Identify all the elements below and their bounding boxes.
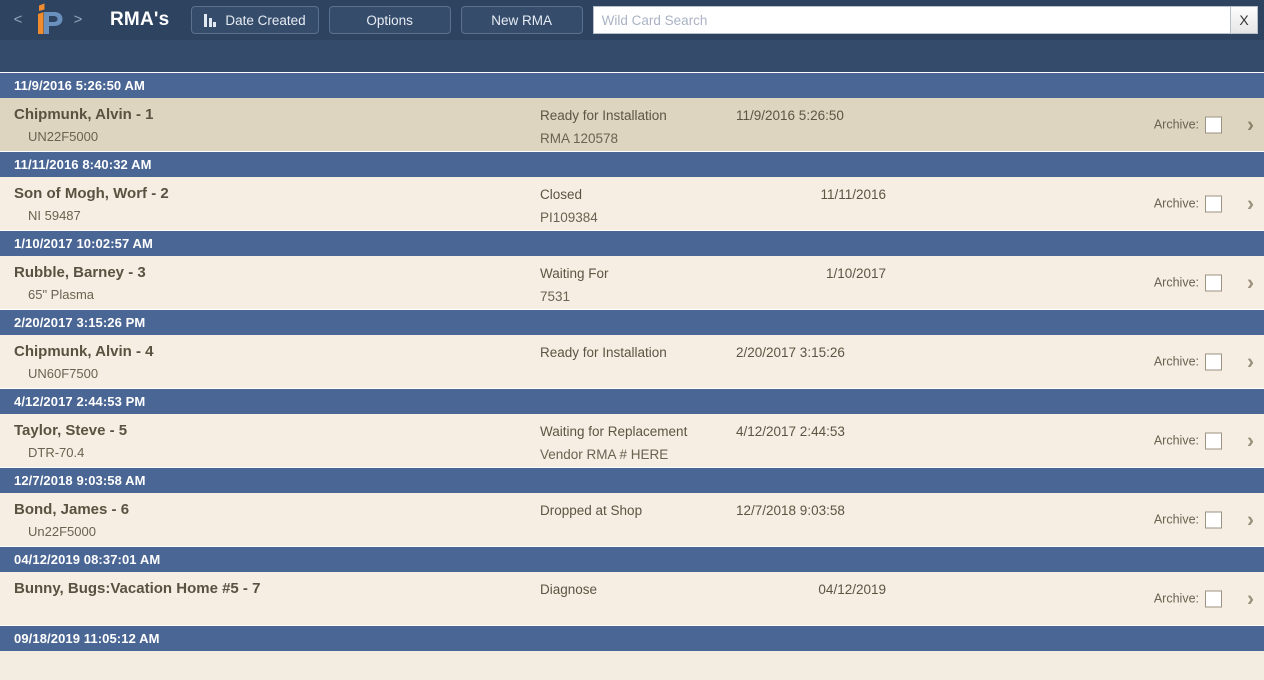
rma-customer-name: Taylor, Steve - 5 [14, 422, 128, 439]
archive-label: Archive: [1153, 196, 1199, 211]
rma-row[interactable]: Bond, James - 6 Un22F5000 Dropped at Shop 1… [0, 493, 1264, 546]
chevron-right-icon[interactable]: › [1247, 430, 1254, 451]
rma-customer-name: Son of Mogh, Worf - 2 [14, 185, 169, 202]
rma-row[interactable]: Chipmunk, Alvin - 1 UN22F5000 Ready for In… [0, 98, 1264, 151]
chevron-right-icon[interactable]: › [1247, 351, 1254, 372]
archive-checkbox[interactable] [1205, 116, 1222, 133]
archive-control: Archive: [1154, 511, 1222, 528]
rma-row[interactable]: Rubble, Barney - 3 65" Plasma Waiting For 7… [0, 256, 1264, 309]
rma-customer-name: Chipmunk, Alvin - 4 [14, 343, 154, 360]
chevron-right-icon[interactable]: › [1247, 272, 1254, 293]
chevron-right-icon[interactable]: › [1247, 509, 1254, 530]
rma-reference: Vendor RMA # HERE [540, 447, 669, 462]
rma-item-description: UN60F7500 [28, 366, 99, 381]
rma-status: Closed [540, 187, 583, 202]
new-rma-button[interactable]: New RMA [460, 6, 583, 34]
group-date-header: 1/10/2017 10:02:57 AM [0, 230, 1264, 256]
rma-item-description: NI 59487 [28, 208, 81, 223]
archive-control: Archive: [1154, 116, 1222, 133]
rma-customer-name: Bond, James - 6 [14, 501, 130, 518]
group-date-header: 04/12/2019 08:37:01 AM [0, 546, 1264, 572]
rma-status: Ready for Installation [540, 108, 667, 123]
nav-back-arrow[interactable]: < [8, 0, 28, 40]
archive-checkbox[interactable] [1205, 432, 1222, 449]
archive-control: Archive: [1154, 432, 1222, 449]
rma-date: 1/10/2017 [825, 266, 886, 281]
archive-checkbox[interactable] [1205, 353, 1222, 370]
rma-item-description: 65" Plasma [28, 287, 95, 302]
rma-reference: RMA 120578 [540, 131, 619, 146]
rma-row[interactable]: Taylor, Steve - 5 DTR-70.4 Waiting for Rep… [0, 414, 1264, 467]
rma-reference: PI109384 [540, 210, 598, 225]
chevron-right-icon[interactable]: › [1247, 193, 1254, 214]
group-date-header: 11/11/2016 8:40:32 AM [0, 151, 1264, 177]
archive-label: Archive: [1153, 354, 1199, 369]
page-title: RMA's [110, 9, 170, 30]
ip-logo-icon[interactable] [30, 3, 66, 37]
rma-row[interactable]: Son of Mogh, Worf - 2 NI 59487 Closed PI109… [0, 177, 1264, 230]
group-date-header: 4/12/2017 2:44:53 PM [0, 388, 1264, 414]
options-button[interactable]: Options [328, 6, 451, 34]
toolbar-secondary-bar [0, 40, 1264, 72]
rma-reference: 7531 [540, 289, 571, 304]
rma-item-description: UN22F5000 [28, 129, 99, 144]
archive-control: Archive: [1154, 353, 1222, 370]
rma-date: 04/12/2019 [818, 582, 886, 597]
archive-checkbox[interactable] [1205, 590, 1222, 607]
rma-date: 11/9/2016 5:26:50 [736, 108, 844, 123]
rma-status: Dropped at Shop [540, 503, 643, 518]
search-input[interactable] [592, 6, 1230, 34]
rma-list: 11/9/2016 5:26:50 AM Chipmunk, Alvin - 1 U… [0, 72, 1264, 651]
rma-status: Ready for Installation [540, 345, 667, 360]
archive-label: Archive: [1153, 512, 1199, 527]
archive-control: Archive: [1154, 195, 1222, 212]
archive-checkbox[interactable] [1205, 195, 1222, 212]
rma-date: 12/7/2018 9:03:58 [736, 503, 845, 518]
archive-label: Archive: [1153, 117, 1199, 132]
rma-customer-name: Bunny, Bugs:Vacation Home #5 - 7 [14, 580, 261, 597]
group-date-header: 12/7/2018 9:03:58 AM [0, 467, 1264, 493]
rma-customer-name: Chipmunk, Alvin - 1 [14, 106, 154, 123]
rma-row[interactable]: Chipmunk, Alvin - 4 UN60F7500 Ready for In… [0, 335, 1264, 388]
nav-forward-arrow[interactable]: > [68, 0, 88, 40]
search-group: X [592, 6, 1258, 34]
clear-search-button[interactable]: X [1230, 6, 1258, 34]
rma-item-description: DTR-70.4 [28, 445, 85, 460]
archive-control: Archive: [1154, 274, 1222, 291]
group-date-header: 11/9/2016 5:26:50 AM [0, 72, 1264, 98]
group-date-header: 2/20/2017 3:15:26 PM [0, 309, 1264, 335]
rma-status: Waiting for Replacement [540, 424, 688, 439]
archive-checkbox[interactable] [1205, 274, 1222, 291]
chevron-right-icon[interactable]: › [1247, 114, 1254, 135]
archive-checkbox[interactable] [1205, 511, 1222, 528]
archive-label: Archive: [1153, 433, 1199, 448]
rma-row[interactable]: Bunny, Bugs:Vacation Home #5 - 7 Diagnose… [0, 572, 1264, 625]
rma-date: 4/12/2017 2:44:53 [736, 424, 845, 439]
rma-date: 2/20/2017 3:15:26 [736, 345, 845, 360]
archive-label: Archive: [1153, 275, 1199, 290]
archive-control: Archive: [1154, 590, 1222, 607]
rma-customer-name: Rubble, Barney - 3 [14, 264, 146, 281]
sort-date-created-button[interactable]: Date Created [191, 6, 319, 34]
rma-item-description: Un22F5000 [28, 524, 96, 539]
group-date-header: 09/18/2019 11:05:12 AM [0, 625, 1264, 651]
bar-chart-sort-icon [204, 13, 217, 27]
rma-status: Waiting For [540, 266, 609, 281]
sort-button-label: Date Created [225, 12, 306, 28]
top-toolbar: < > RMA's Date Created Options New RMA X [0, 0, 1264, 40]
chevron-right-icon[interactable]: › [1247, 588, 1254, 609]
rma-status: Diagnose [540, 582, 598, 597]
archive-label: Archive: [1153, 591, 1199, 606]
rma-date: 11/11/2016 [820, 187, 886, 202]
